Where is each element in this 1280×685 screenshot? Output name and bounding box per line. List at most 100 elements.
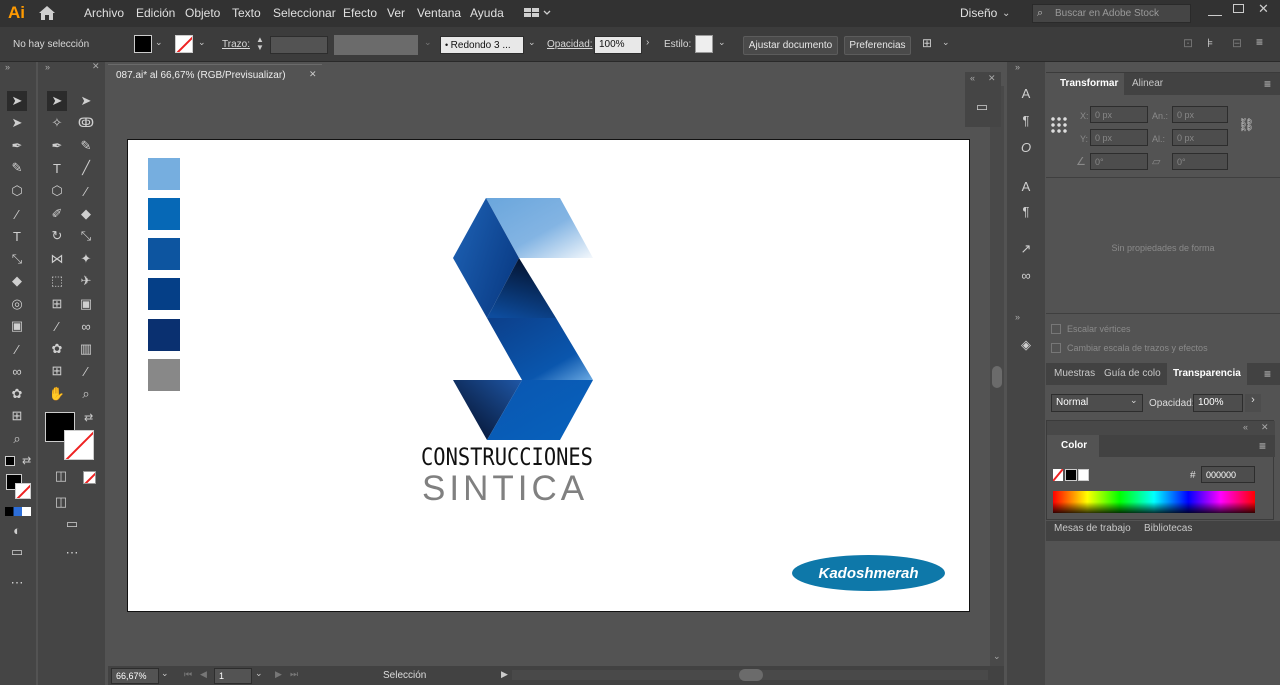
minimize-window-icon[interactable] [1208, 4, 1222, 16]
zoom-tool-icon[interactable]: ⌕ [7, 429, 27, 449]
opacity-arrow-icon[interactable]: › [646, 37, 649, 48]
tab-transform[interactable]: Transformar [1046, 73, 1124, 95]
stroke-dropdown-icon[interactable]: ⌄ [198, 37, 206, 48]
status-menu-icon[interactable]: ▶ [501, 669, 508, 680]
color-swatch[interactable] [148, 278, 180, 310]
stroke-weight-stepper[interactable]: ▲ ▼ [256, 36, 268, 54]
expand-panels-icon[interactable]: « [970, 73, 975, 83]
ellipse-tool-icon[interactable]: ⬡ [47, 181, 67, 201]
fill-dropdown-icon[interactable]: ⌄ [155, 37, 163, 48]
stroke-weight-field[interactable] [270, 36, 328, 54]
character-styles-icon[interactable]: A [1016, 176, 1036, 196]
panel-menu-icon[interactable]: ≡ [1256, 35, 1263, 49]
reference-point-icon[interactable] [1050, 116, 1068, 134]
pen-tool-icon[interactable]: ✒ [7, 136, 27, 156]
selection-tool-icon[interactable]: ➤ [7, 91, 27, 111]
y-field[interactable]: 0 px [1090, 129, 1148, 146]
hex-field[interactable]: 000000 [1201, 466, 1255, 483]
fill-swatch[interactable] [134, 35, 152, 53]
type-tool-icon[interactable]: T [7, 226, 27, 246]
line-tool-icon[interactable]: ╱ [76, 158, 96, 178]
height-field[interactable]: 0 px [1172, 129, 1228, 146]
export-icon[interactable]: ↗ [1016, 239, 1036, 259]
links-panel-icon[interactable]: ∞ [1016, 265, 1036, 285]
align-icon[interactable]: ⊧ [1207, 36, 1213, 50]
x-field[interactable]: 0 px [1090, 106, 1148, 123]
blend-dropdown-icon[interactable]: ⌄ [1130, 395, 1138, 406]
isolate-icon[interactable]: ⊟ [1232, 36, 1242, 50]
panel-menu-icon[interactable]: ≡ [1259, 439, 1266, 453]
graphic-style-swatch[interactable] [695, 35, 713, 53]
direct-selection-icon[interactable]: ➤ [7, 113, 27, 133]
free-transform-icon[interactable]: ⬚ [47, 271, 67, 291]
panel-menu-icon[interactable]: ≡ [1264, 77, 1271, 91]
pen-tool-icon[interactable]: ✒ [47, 136, 67, 156]
document-tab[interactable]: 087.ai* al 66,67% (RGB/Previsualizar) ✕ [108, 64, 322, 85]
default-colors-icon[interactable] [5, 456, 15, 466]
color-spectrum-bar[interactable] [1053, 491, 1255, 513]
screen-mode-icon[interactable]: ▭ [7, 542, 27, 562]
draw-mode-icon[interactable]: ◐ [7, 520, 27, 540]
menu-edicion[interactable]: Edición [136, 6, 175, 20]
transform-icon[interactable]: ⊡ [1183, 36, 1193, 50]
none-swatch[interactable] [1053, 469, 1063, 481]
constrain-proportions-icon[interactable]: ⛓ [1238, 117, 1255, 133]
stroke-swatch[interactable] [175, 35, 193, 53]
stroke-color-large[interactable] [64, 430, 94, 460]
paragraph-styles-icon[interactable]: ¶ [1016, 201, 1036, 221]
eyedropper-icon[interactable]: ⁄ [47, 316, 67, 336]
profile-dropdown-icon[interactable]: ⌄ [424, 37, 432, 48]
close-tab-icon[interactable]: ✕ [309, 69, 317, 80]
type-tool-icon[interactable]: T [47, 158, 67, 178]
none-color-icon[interactable] [83, 471, 96, 484]
close-panel-icon[interactable]: ✕ [988, 73, 996, 84]
transparency-opacity-field[interactable]: 100% [1193, 394, 1243, 412]
scale-tool-icon[interactable]: ⤡ [7, 249, 27, 269]
menu-ventana[interactable]: Ventana [417, 6, 461, 20]
blend-icon[interactable]: ∞ [76, 316, 96, 336]
puppet-warp-icon[interactable]: ✦ [76, 249, 96, 269]
curvature-icon[interactable]: ✎ [76, 136, 96, 156]
opacity-field[interactable]: 100% [594, 36, 642, 54]
screen-mode-icon[interactable]: ▭ [62, 514, 82, 534]
scale-strokes-checkbox[interactable] [1051, 343, 1061, 353]
more-tools-icon[interactable]: ⋯ [7, 573, 27, 593]
scale-corners-checkbox[interactable] [1051, 324, 1061, 334]
rotate-tool-icon[interactable]: ↻ [47, 226, 67, 246]
menu-archivo[interactable]: Archivo [84, 6, 124, 20]
tab-color-guide[interactable]: Guía de colo [1098, 363, 1167, 385]
artboard-tool-icon[interactable]: ⊞ [7, 406, 27, 426]
align-dropdown-icon[interactable]: ⌄ [942, 37, 950, 48]
paragraph-panel-icon[interactable]: ¶ [1016, 110, 1036, 130]
zoom-tool-icon[interactable]: ⌕ [76, 384, 96, 404]
horizontal-scroll-thumb[interactable] [739, 669, 763, 681]
angle-field[interactable]: 0° [1090, 153, 1148, 170]
eraser-icon[interactable]: ◆ [7, 271, 27, 291]
mesh-tool-icon[interactable]: ⊞ [47, 294, 67, 314]
arrange-documents-icon[interactable] [524, 7, 552, 20]
style-dropdown-icon[interactable]: ⌄ [718, 37, 726, 48]
shear-field[interactable]: 0° [1172, 153, 1228, 170]
home-icon[interactable] [38, 5, 56, 21]
workspace-switcher[interactable]: Diseño [960, 6, 997, 20]
selection-tool-icon[interactable]: ➤ [47, 91, 67, 111]
last-artboard-icon[interactable]: ⏭ [290, 669, 298, 680]
direct-selection-icon[interactable]: ➤ [76, 91, 96, 111]
collapse-panel-icon[interactable]: » [1015, 312, 1020, 322]
color-swatch[interactable] [148, 319, 180, 351]
brush-definition[interactable]: • Redondo 3 ... [440, 36, 524, 54]
shape-builder-icon[interactable]: ◎ [7, 294, 27, 314]
close-toolbar-icon[interactable]: ✕ [92, 61, 100, 72]
eyedropper-icon[interactable]: ⁄ [7, 339, 27, 359]
collapse-toolbar-icon[interactable]: » [5, 62, 10, 72]
document-setup-button[interactable]: Ajustar documento [743, 36, 838, 55]
tab-libraries[interactable]: Bibliotecas [1138, 521, 1198, 539]
stock-search-field[interactable]: ⌕ Buscar en Adobe Stock [1032, 4, 1191, 23]
width-field[interactable]: 0 px [1172, 106, 1228, 123]
tab-transparency[interactable]: Transparencia [1167, 363, 1247, 385]
collapse-toolbar-icon[interactable]: » [45, 62, 50, 72]
brush-icon[interactable]: ⁄ [7, 204, 27, 224]
white-swatch[interactable] [1078, 469, 1089, 481]
brush-dropdown-icon[interactable]: ⌄ [528, 37, 536, 48]
paintbrush-icon[interactable]: ⁄ [76, 181, 96, 201]
